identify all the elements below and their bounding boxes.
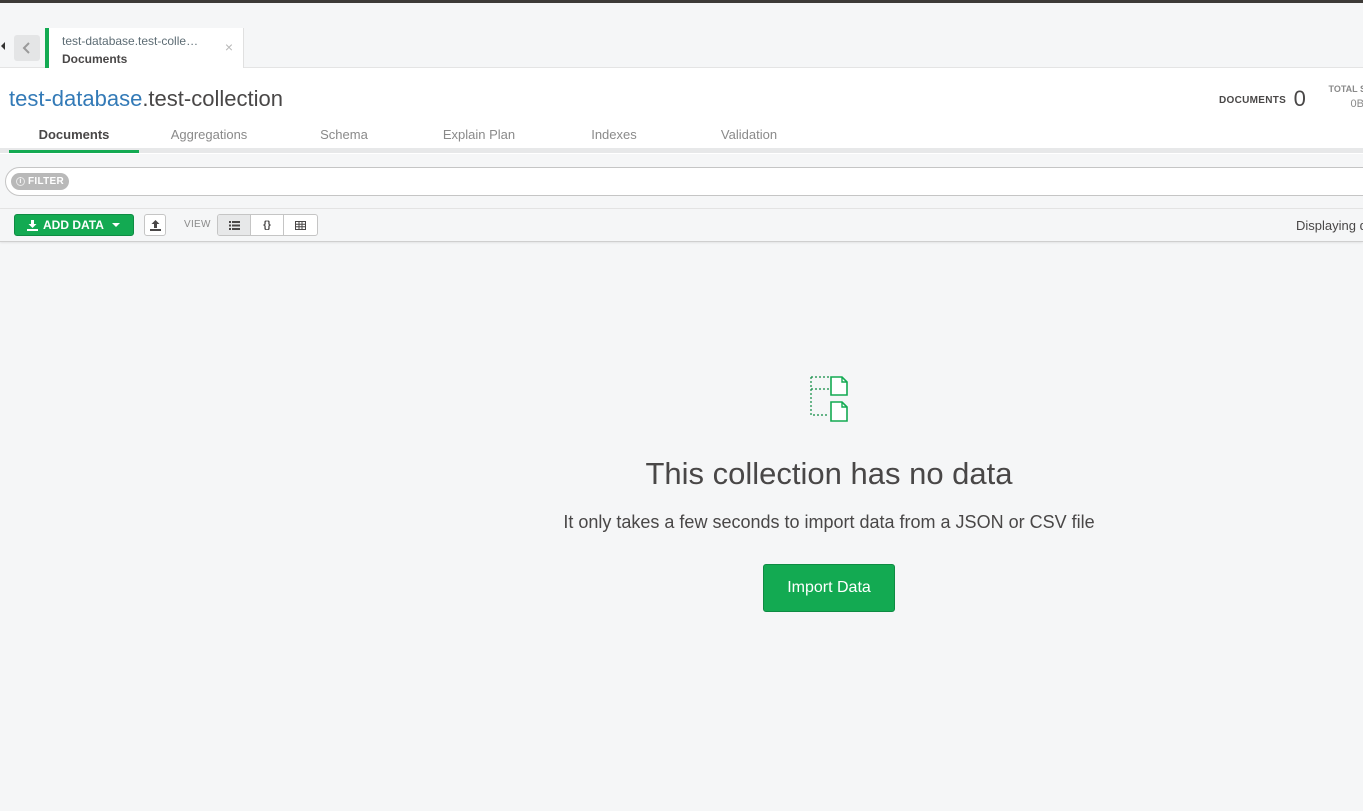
tab-schema[interactable]: Schema	[279, 122, 409, 153]
documents-stat: DOCUMENTS 0	[1219, 86, 1306, 112]
filter-input[interactable]: i FILTER	[5, 167, 1363, 196]
export-button[interactable]	[144, 214, 166, 236]
collection-header: test-database.test-collection DOCUMENTS …	[0, 68, 1363, 154]
info-icon: i	[16, 177, 25, 186]
filter-pill[interactable]: i FILTER	[11, 173, 70, 190]
documents-count: 0	[1293, 86, 1306, 111]
view-label: VIEW	[184, 219, 211, 230]
total-size-label: TOTAL SIZ	[1328, 84, 1363, 94]
empty-state-title: This collection has no data	[645, 456, 1013, 491]
download-icon	[27, 219, 38, 231]
empty-state-subtitle: It only takes a few seconds to import da…	[563, 512, 1095, 532]
json-view-button[interactable]: {}	[251, 215, 284, 235]
view-switcher: {}	[217, 214, 318, 236]
empty-state: This collection has no data It only take…	[0, 242, 1363, 811]
tab-subtitle: Documents	[62, 52, 128, 66]
total-size-stat: TOTAL SIZ 0B	[1314, 84, 1363, 110]
tab-strip: test-database.test-colle… Documents ×	[0, 3, 1363, 69]
total-size-value: 0B	[1350, 98, 1363, 110]
tab-documents[interactable]: test-database.test-colle… Documents ×	[45, 28, 244, 69]
tab-documents-view[interactable]: Documents	[9, 122, 139, 153]
tab-indexes[interactable]: Indexes	[549, 122, 679, 153]
add-data-button[interactable]: ADD DATA	[14, 214, 134, 236]
add-data-label: ADD DATA	[43, 218, 104, 232]
displaying-text: Displaying d	[1296, 218, 1363, 233]
list-view-button[interactable]	[218, 215, 251, 235]
table-icon	[295, 220, 306, 230]
filter-pill-label: FILTER	[28, 176, 65, 187]
back-button[interactable]	[14, 35, 40, 61]
tab-namespace: test-database.test-colle…	[62, 34, 199, 48]
tab-validation[interactable]: Validation	[679, 122, 819, 153]
import-data-button[interactable]: Import Data	[763, 564, 895, 612]
subtabs: Documents Aggregations Schema Explain Pl…	[9, 122, 819, 153]
chevron-down-icon	[111, 223, 120, 227]
tab-aggregations[interactable]: Aggregations	[139, 122, 279, 153]
documents-toolbar: ADD DATA VIEW {} Displaying d	[0, 209, 1363, 242]
database-link[interactable]: test-database	[9, 86, 142, 111]
filter-row: i FILTER	[0, 154, 1363, 209]
tab-explain-plan[interactable]: Explain Plan	[409, 122, 549, 153]
table-view-button[interactable]	[284, 215, 317, 235]
documents-icon	[809, 375, 851, 430]
documents-label: DOCUMENTS	[1219, 95, 1287, 106]
close-icon[interactable]: ×	[225, 40, 233, 54]
caret-left-icon[interactable]	[0, 37, 6, 55]
upload-icon	[149, 219, 161, 231]
collection-name: .test-collection	[142, 86, 283, 111]
page-title: test-database.test-collection	[9, 86, 283, 112]
list-icon	[228, 220, 240, 230]
chevron-left-icon	[22, 42, 30, 54]
braces-icon: {}	[263, 219, 271, 231]
